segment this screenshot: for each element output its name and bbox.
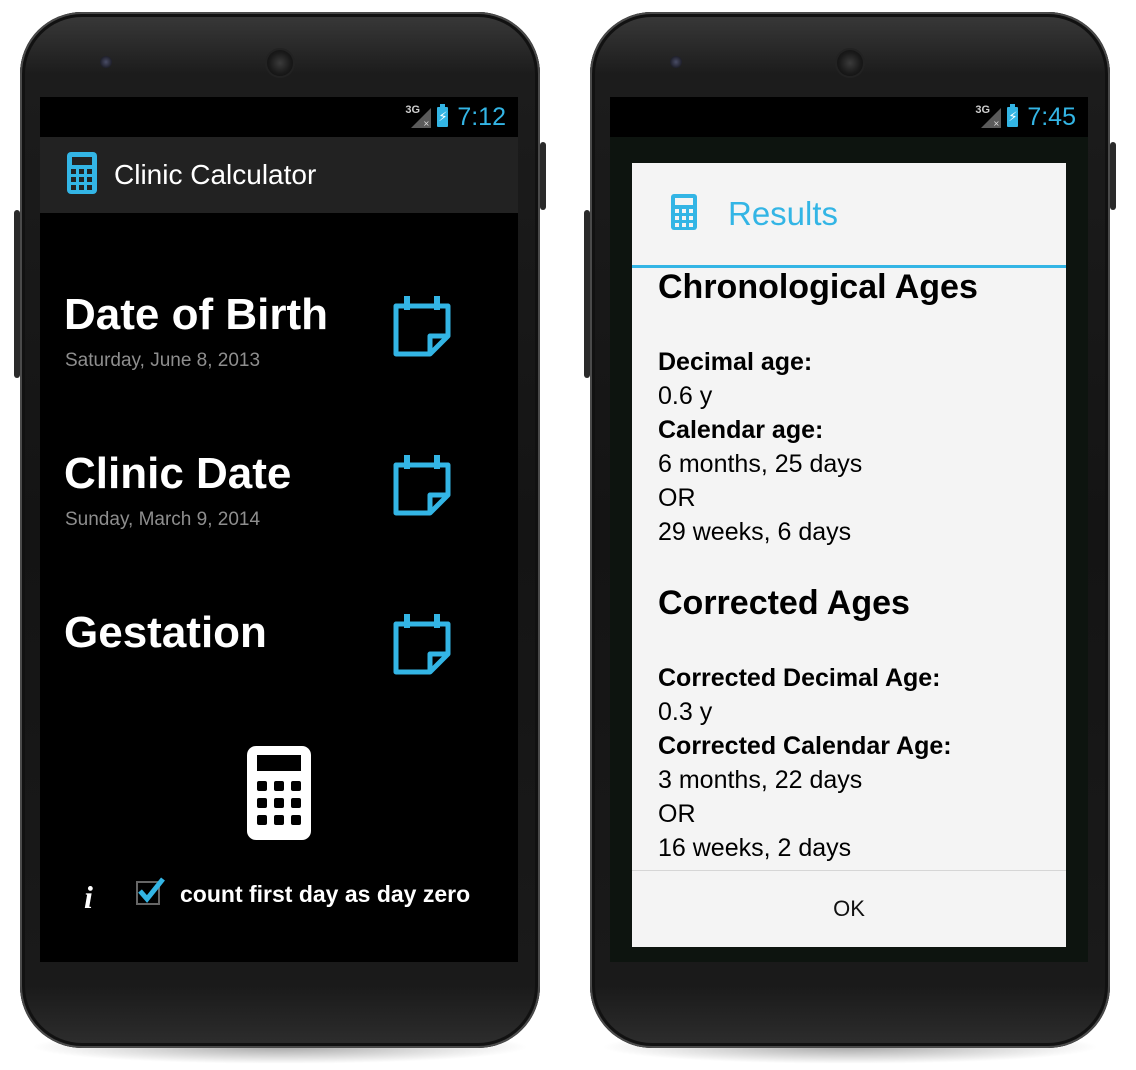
weeks-value: 16 weeks, 2 days [658, 834, 852, 862]
action-bar: Clinic Calculator [40, 137, 518, 213]
count-day-zero-checkbox[interactable] [136, 877, 165, 905]
status-clock: 7:12 [457, 102, 506, 131]
field-title: Date of Birth [64, 290, 328, 339]
or-text: OR [658, 800, 696, 828]
field-title: Clinic Date [64, 449, 292, 498]
phone-left: 3G × ⚡ 7:12 Clinic Calculator Date of Bi… [14, 12, 546, 1048]
network-3g-icon: 3G × [405, 104, 432, 128]
section-heading: Chronological Ages [658, 268, 978, 306]
or-text: OR [658, 484, 696, 512]
corrected-calendar-age-label: Corrected Calendar Age: [658, 732, 952, 760]
decimal-age-label: Decimal age: [658, 348, 813, 376]
gestation-field[interactable]: Gestation [64, 608, 518, 718]
calendar-age-label: Calendar age: [658, 416, 824, 444]
earpiece-speaker [267, 50, 293, 76]
svg-text:×: × [423, 119, 430, 128]
screen-main: 3G × ⚡ 7:12 Clinic Calculator Date of Bi… [40, 97, 518, 962]
corrected-calendar-age-value: 3 months, 22 days [658, 766, 863, 794]
earpiece-speaker [837, 50, 863, 76]
volume-button [14, 210, 20, 378]
checkbox-label: count first day as day zero [180, 881, 471, 907]
battery-charging-icon: ⚡ [1007, 104, 1019, 127]
front-camera [670, 56, 682, 68]
front-camera [100, 56, 112, 68]
screen-results: 3G × ⚡ 7:45 Results Chronological Ages D… [610, 97, 1088, 962]
ok-button[interactable]: OK [632, 870, 1066, 947]
phone-right: 3G × ⚡ 7:45 Results Chronological Ages D… [584, 12, 1116, 1048]
status-bar: 3G × ⚡ 7:12 [40, 97, 518, 137]
volume-button [584, 210, 590, 378]
section-heading: Corrected Ages [658, 584, 910, 622]
calendar-icon[interactable] [392, 612, 452, 681]
calculator-icon [247, 746, 311, 840]
dialog-title: Results [728, 195, 839, 232]
svg-text:×: × [993, 119, 1000, 128]
field-subtitle: Sunday, March 9, 2014 [65, 509, 261, 530]
calendar-icon[interactable] [392, 294, 452, 363]
corrected-decimal-age-value: 0.3 y [658, 698, 713, 726]
power-button [1110, 142, 1116, 210]
weeks-value: 29 weeks, 6 days [658, 518, 852, 546]
clinic-date-field[interactable]: Clinic Date Sunday, March 9, 2014 [64, 449, 518, 559]
status-clock: 7:45 [1027, 102, 1076, 131]
app-title: Clinic Calculator [114, 159, 317, 190]
battery-charging-icon: ⚡ [437, 104, 449, 127]
dialog-header: Results [632, 163, 1066, 268]
results-dialog: Results Chronological Ages Decimal age: … [632, 163, 1066, 947]
field-subtitle: Saturday, June 8, 2013 [65, 350, 261, 371]
calculator-icon[interactable] [66, 151, 98, 200]
dialog-body[interactable]: Chronological Ages Decimal age: 0.6 y Ca… [658, 268, 1056, 868]
calendar-age-value: 6 months, 25 days [658, 450, 863, 478]
calculator-icon [670, 193, 698, 236]
corrected-decimal-age-label: Corrected Decimal Age: [658, 664, 941, 692]
power-button [540, 142, 546, 210]
field-title: Gestation [64, 608, 267, 657]
network-3g-icon: 3G × [975, 104, 1002, 128]
calendar-icon[interactable] [392, 453, 452, 522]
date-of-birth-field[interactable]: Date of Birth Saturday, June 8, 2013 [64, 290, 518, 400]
checkmark-icon [138, 877, 165, 903]
info-icon[interactable]: i [84, 879, 93, 916]
calculate-button[interactable] [246, 745, 312, 846]
decimal-age-value: 0.6 y [658, 382, 713, 410]
status-bar: 3G × ⚡ 7:45 [610, 97, 1088, 137]
